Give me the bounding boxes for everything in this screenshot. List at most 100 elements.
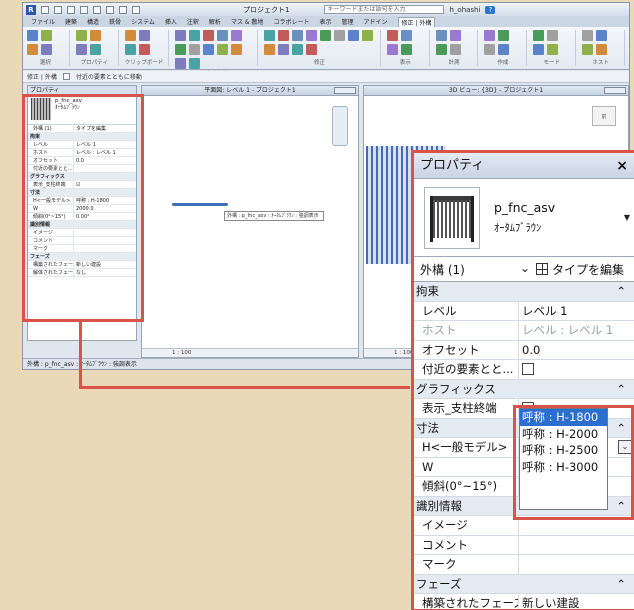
ribbon-tool-icon[interactable] <box>188 58 200 69</box>
ribbon-tab[interactable]: システム <box>131 17 155 26</box>
open-icon[interactable] <box>41 5 49 14</box>
move-with-nearby-checkbox[interactable] <box>62 73 70 80</box>
category-row[interactable]: フェーズ ⌃ <box>414 574 634 594</box>
ribbon-tool-icon[interactable] <box>533 30 545 41</box>
user-name[interactable]: h_ohashi <box>449 6 480 14</box>
ribbon-tool-icon[interactable] <box>362 30 374 41</box>
ribbon-tool-icon[interactable] <box>435 30 447 41</box>
type-dropdown-icon[interactable]: ▼ <box>624 213 630 222</box>
ribbon-tool-icon[interactable] <box>27 30 38 41</box>
ribbon-tool-icon[interactable] <box>386 44 398 55</box>
collapse-icon[interactable]: ⌃ <box>616 282 626 301</box>
ribbon-tool-icon[interactable] <box>264 30 276 41</box>
ribbon-tab[interactable]: アドイン <box>363 17 387 26</box>
category-row[interactable]: グラフィックス ⌃ <box>414 379 634 399</box>
ribbon-tool-icon[interactable] <box>264 44 276 55</box>
ribbon-tab[interactable]: 注釈 <box>187 17 199 26</box>
ribbon-tool-icon[interactable] <box>449 44 461 55</box>
text-icon[interactable] <box>119 5 127 14</box>
ribbon-tool-icon[interactable] <box>41 44 52 55</box>
property-value[interactable] <box>519 536 634 555</box>
plan-view[interactable]: 平面図: レベル 1 - プロジェクト1 外構 : p_fnc_asv : ｵｰ… <box>141 85 359 358</box>
ribbon-tool-icon[interactable] <box>230 44 242 55</box>
type-selector[interactable]: p_fnc_asv ｵｰﾀﾑﾌﾞﾗｳﾝ ▼ <box>414 179 634 257</box>
ribbon-tool-icon[interactable] <box>188 30 200 41</box>
view-3d-window-controls[interactable] <box>604 87 626 94</box>
close-icon[interactable]: × <box>616 153 628 179</box>
ribbon-tool-icon[interactable] <box>230 30 242 41</box>
save-icon[interactable] <box>54 5 62 14</box>
ribbon-tool-icon[interactable] <box>334 30 346 41</box>
ribbon-tool-icon[interactable] <box>582 44 594 55</box>
ribbon-tool-icon[interactable] <box>498 30 510 41</box>
instance-filter-select[interactable]: 外構 (1) ⌄ <box>420 261 536 278</box>
category-row[interactable]: 拘束 ⌃ <box>414 282 634 302</box>
ribbon-tab[interactable]: 管理 <box>341 17 353 26</box>
ribbon-tool-icon[interactable] <box>435 44 447 55</box>
property-checkbox[interactable] <box>522 362 534 375</box>
ribbon-tool-icon[interactable] <box>386 30 398 41</box>
view-window-controls[interactable] <box>334 87 356 94</box>
ribbon-tool-icon[interactable] <box>498 44 510 55</box>
ribbon-tool-icon[interactable] <box>582 30 594 41</box>
ribbon-tool-icon[interactable] <box>138 44 150 55</box>
fence-element-plan[interactable] <box>172 203 228 206</box>
ribbon-tool-icon[interactable] <box>449 30 461 41</box>
collapse-icon[interactable]: ⌃ <box>616 575 626 594</box>
ribbon-tab[interactable]: 解析 <box>209 17 221 26</box>
ribbon-tool-icon[interactable] <box>278 30 290 41</box>
navigation-bar[interactable] <box>332 106 348 146</box>
ribbon-tool-icon[interactable] <box>216 44 228 55</box>
ribbon-tab[interactable]: 鉄骨 <box>109 17 121 26</box>
collapse-icon[interactable]: ⌃ <box>616 380 626 399</box>
ribbon-tool-icon[interactable] <box>138 30 150 41</box>
viewcube-icon[interactable]: 前 <box>592 106 616 126</box>
ribbon-tool-icon[interactable] <box>547 44 559 55</box>
ribbon-tab[interactable]: 挿入 <box>165 17 177 26</box>
edit-type-button[interactable]: タイプを編集 <box>536 261 624 278</box>
ribbon-tool-icon[interactable] <box>400 44 412 55</box>
ribbon-tool-icon[interactable] <box>174 58 186 69</box>
ribbon-tool-icon[interactable] <box>596 44 608 55</box>
ribbon-tool-icon[interactable] <box>27 44 38 55</box>
ribbon-tool-icon[interactable] <box>596 30 608 41</box>
ribbon-tool-icon[interactable] <box>348 30 360 41</box>
measure-icon[interactable] <box>106 5 114 14</box>
redo-icon[interactable] <box>80 5 88 14</box>
ribbon-tool-icon[interactable] <box>124 44 136 55</box>
ribbon-tool-icon[interactable] <box>278 44 290 55</box>
ribbon-tool-icon[interactable] <box>174 44 186 55</box>
ribbon-tab[interactable]: 修正 | 外構 <box>397 16 436 27</box>
property-value[interactable] <box>519 555 634 574</box>
ribbon-tool-icon[interactable] <box>484 30 496 41</box>
ribbon-tool-icon[interactable] <box>124 30 136 41</box>
ribbon-tool-icon[interactable] <box>306 44 318 55</box>
plan-scale[interactable]: 1 : 100 <box>172 350 191 356</box>
ribbon-tool-icon[interactable] <box>292 30 304 41</box>
ribbon-tool-icon[interactable] <box>484 44 496 55</box>
ribbon-tab[interactable]: マス & 敷地 <box>231 17 264 26</box>
undo-icon[interactable] <box>67 5 75 14</box>
property-value[interactable]: 0.0 <box>519 341 634 360</box>
ribbon-tool-icon[interactable] <box>89 44 101 55</box>
search-input[interactable]: キーワードまたは語句を入力 <box>324 5 445 14</box>
property-value[interactable]: レベル 1 <box>519 302 634 321</box>
ribbon-tool-icon[interactable] <box>533 44 545 55</box>
ribbon-tab[interactable]: 表示 <box>319 17 331 26</box>
ribbon-tool-icon[interactable] <box>306 30 318 41</box>
ribbon-tool-icon[interactable] <box>41 30 52 41</box>
view3d-icon[interactable] <box>132 5 140 14</box>
ribbon-tab[interactable]: ファイル <box>31 17 55 26</box>
ribbon-tool-icon[interactable] <box>400 30 412 41</box>
ribbon-tool-icon[interactable] <box>188 44 200 55</box>
ribbon-tool-icon[interactable] <box>216 30 228 41</box>
ribbon-tab[interactable]: コラボレート <box>273 17 309 26</box>
help-badge[interactable]: ? <box>485 5 496 14</box>
plan-view-control-bar[interactable]: 1 : 100 <box>142 348 358 357</box>
property-value[interactable] <box>519 360 634 379</box>
ribbon-tool-icon[interactable] <box>75 44 87 55</box>
property-value[interactable]: 新しい建設 <box>519 594 634 609</box>
ribbon-tool-icon[interactable] <box>75 30 87 41</box>
ribbon-tab[interactable]: 建築 <box>65 17 77 26</box>
print-icon[interactable] <box>93 5 101 14</box>
